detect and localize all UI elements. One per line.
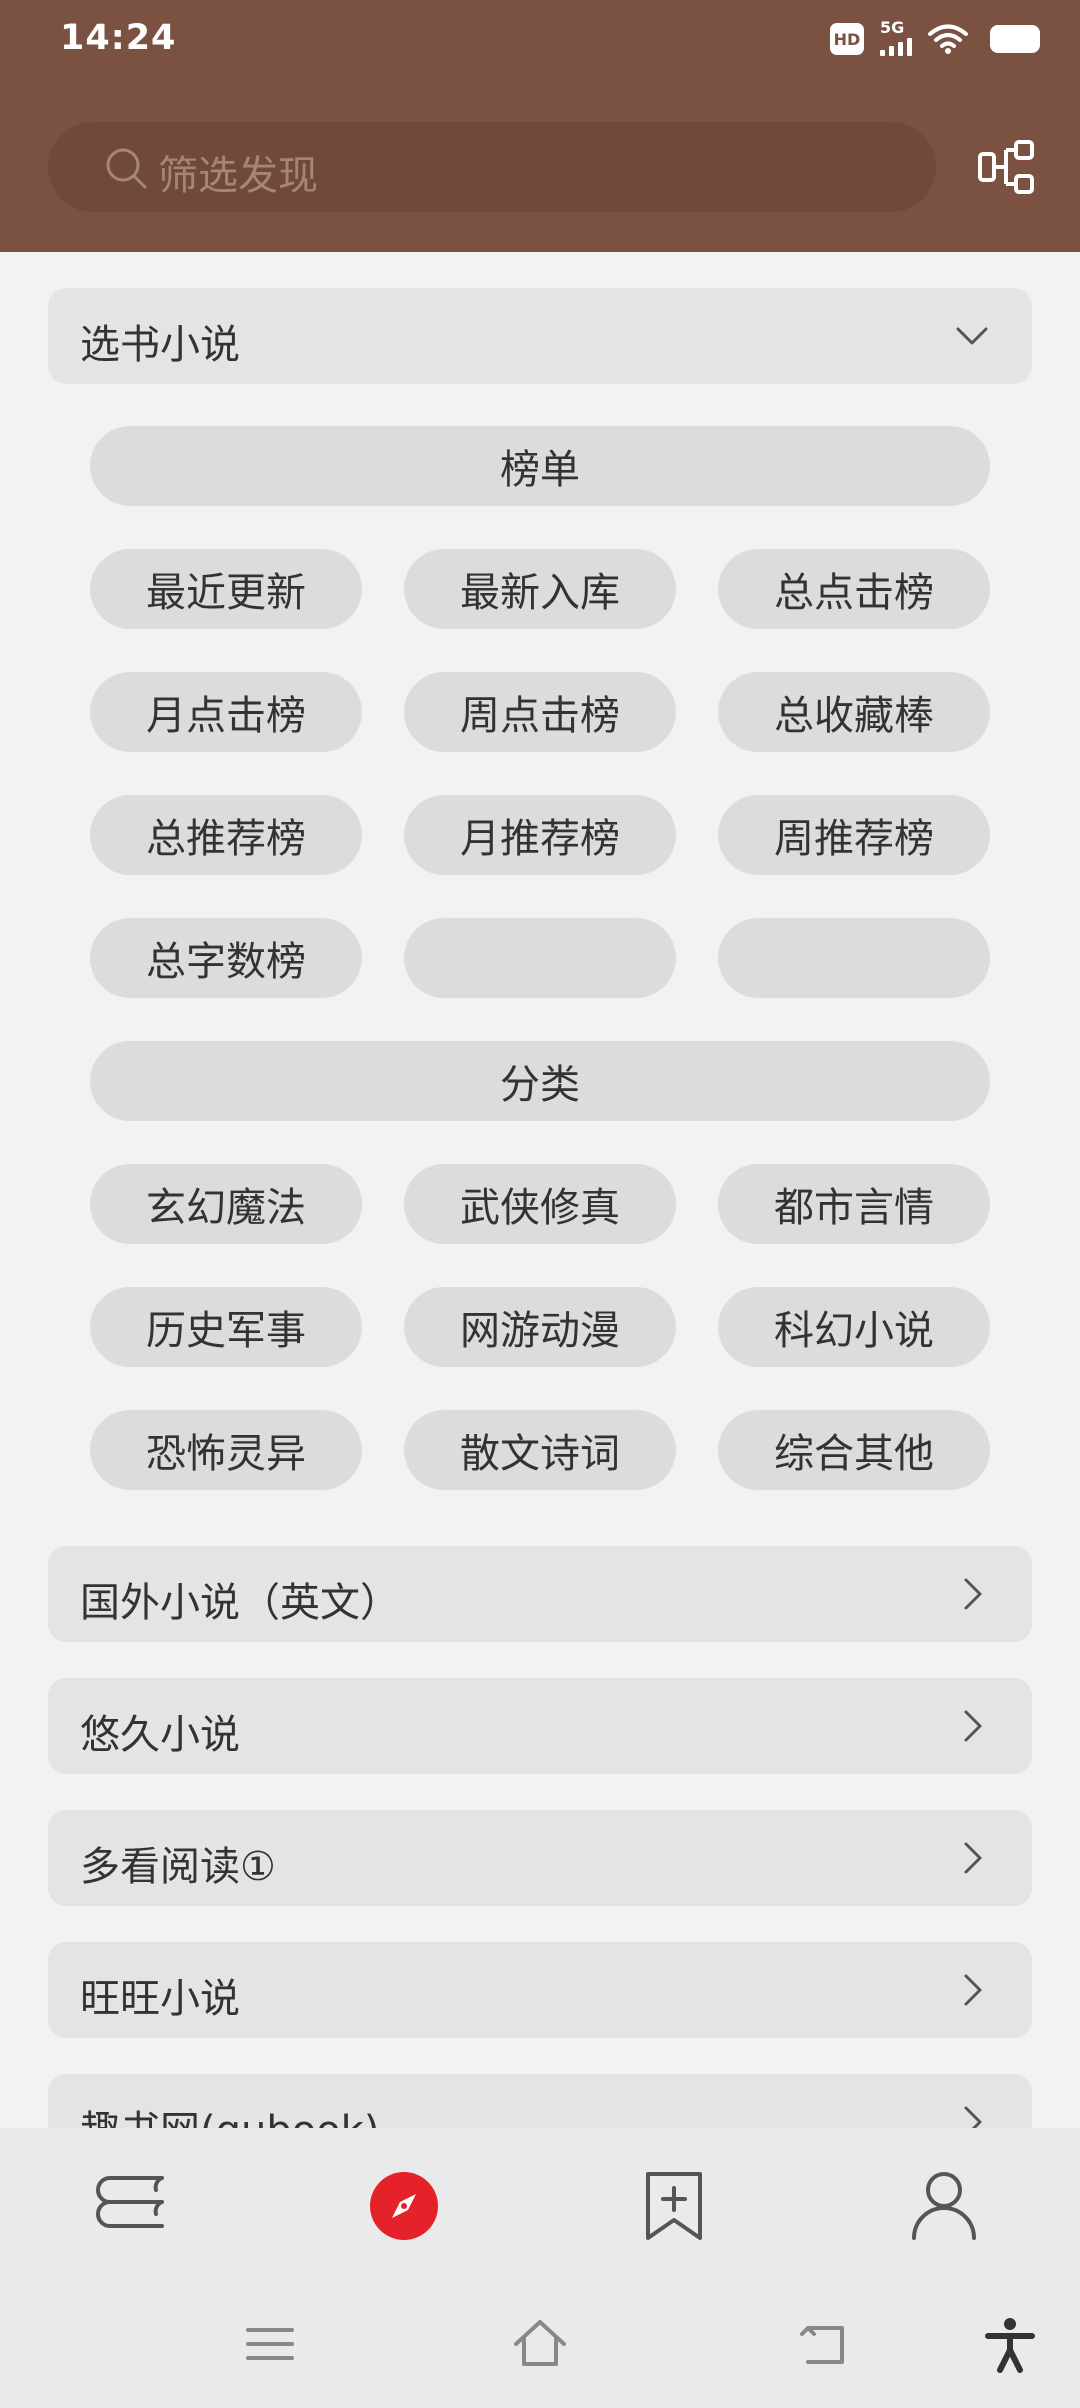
- chevron-right-icon: [964, 1710, 982, 1742]
- chevron-right-icon: [964, 2106, 982, 2128]
- chip-category[interactable]: 武侠修真: [404, 1164, 676, 1244]
- chip-ranking[interactable]: 周点击榜: [404, 672, 676, 752]
- status-bar: 14:24 HD 5G: [0, 0, 1080, 82]
- wifi-icon: [928, 24, 968, 54]
- home-icon[interactable]: [510, 2314, 570, 2374]
- chip-ranking[interactable]: 总字数榜: [90, 918, 362, 998]
- group-title: 选书小说: [80, 322, 240, 368]
- status-icons: HD 5G: [830, 18, 1040, 56]
- group-title: 国外小说（英文）: [80, 1580, 400, 1626]
- section-header-category[interactable]: 分类: [90, 1041, 990, 1121]
- chip-category[interactable]: 综合其他: [718, 1410, 990, 1490]
- group-header[interactable]: 国外小说（英文）: [48, 1546, 1032, 1642]
- bookmark-add-icon[interactable]: [636, 2168, 712, 2244]
- chevron-right-icon: [964, 1842, 982, 1874]
- chip-category[interactable]: 都市言情: [718, 1164, 990, 1244]
- chip-ranking[interactable]: 周推荐榜: [718, 795, 990, 875]
- explore-icon[interactable]: [370, 2172, 438, 2240]
- status-time: 14:24: [60, 18, 177, 58]
- search-icon: [106, 148, 147, 189]
- discover-list: 选书小说 榜单 最近更新 最新入库 总点击榜 月点击榜 周点击榜 总收藏棒 总推…: [0, 252, 1080, 2128]
- chip-category[interactable]: 玄幻魔法: [90, 1164, 362, 1244]
- chip-empty: [718, 918, 990, 998]
- back-icon[interactable]: [796, 2314, 856, 2374]
- chip-ranking[interactable]: 月点击榜: [90, 672, 362, 752]
- chip-category[interactable]: 恐怖灵异: [90, 1410, 362, 1490]
- signal-icon: 5G: [880, 18, 912, 56]
- chip-ranking[interactable]: 最近更新: [90, 549, 362, 629]
- group-header-expanded[interactable]: 选书小说: [48, 288, 1032, 384]
- group-header[interactable]: 多看阅读①: [48, 1810, 1032, 1906]
- chip-category[interactable]: 网游动漫: [404, 1287, 676, 1367]
- chevron-right-icon: [964, 1974, 982, 2006]
- chevron-right-icon: [964, 1578, 982, 1610]
- chip-category[interactable]: 历史军事: [90, 1287, 362, 1367]
- group-title: 旺旺小说: [80, 1976, 240, 2022]
- chip-category[interactable]: 散文诗词: [404, 1410, 676, 1490]
- system-nav: [0, 2278, 1080, 2408]
- group-title: 悠久小说: [80, 1712, 240, 1758]
- group-title: 多看阅读①: [80, 1844, 276, 1890]
- group-title: 趣书网(qubook): [80, 2098, 379, 2128]
- chip-ranking[interactable]: 总点击榜: [718, 549, 990, 629]
- hd-icon: HD: [830, 23, 864, 55]
- group-header[interactable]: 趣书网(qubook): [48, 2074, 1032, 2128]
- chip-ranking[interactable]: 月推荐榜: [404, 795, 676, 875]
- accessibility-icon[interactable]: [980, 2314, 1040, 2374]
- chip-empty: [404, 918, 676, 998]
- bottom-nav: [0, 2128, 1080, 2278]
- chip-ranking[interactable]: 最新入库: [404, 549, 676, 629]
- header: 14:24 HD 5G 筛选发现: [0, 0, 1080, 252]
- bookshelf-icon[interactable]: [96, 2168, 172, 2244]
- chip-ranking[interactable]: 总收藏棒: [718, 672, 990, 752]
- menu-icon[interactable]: [240, 2314, 300, 2374]
- profile-icon[interactable]: [906, 2168, 982, 2244]
- search-input[interactable]: 筛选发现: [48, 122, 936, 212]
- chevron-down-icon: [956, 327, 988, 345]
- battery-icon: [990, 25, 1040, 53]
- group-header[interactable]: 旺旺小说: [48, 1942, 1032, 2038]
- group-header[interactable]: 悠久小说: [48, 1678, 1032, 1774]
- chip-ranking[interactable]: 总推荐榜: [90, 795, 362, 875]
- flow-chart-icon[interactable]: [976, 136, 1038, 198]
- search-placeholder: 筛选发现: [158, 153, 318, 199]
- section-header-ranking[interactable]: 榜单: [90, 426, 990, 506]
- chip-category[interactable]: 科幻小说: [718, 1287, 990, 1367]
